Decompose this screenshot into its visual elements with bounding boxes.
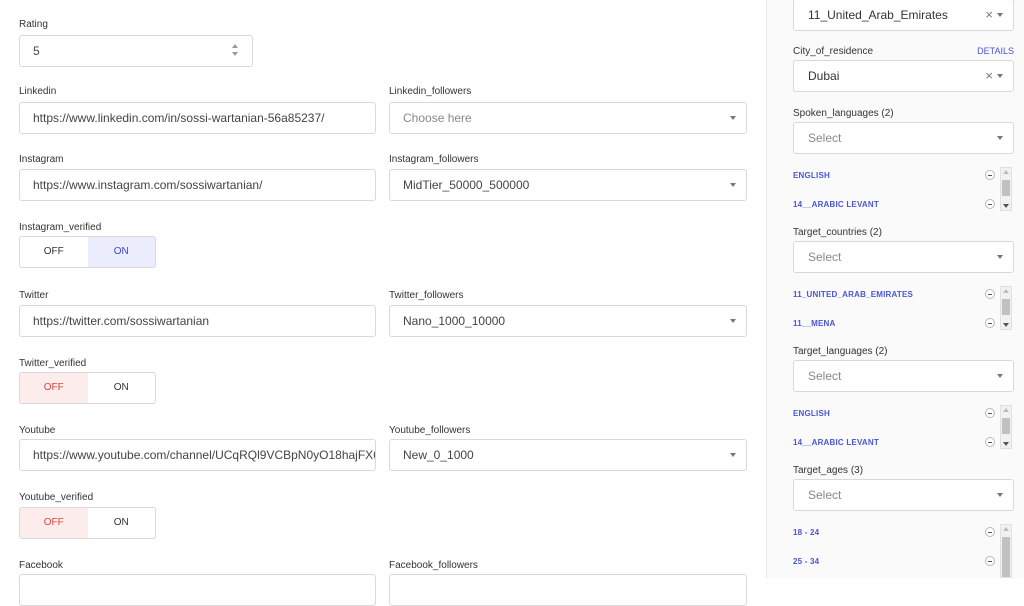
target-ages-scrollbar[interactable] <box>1000 524 1012 578</box>
stepper-icon[interactable] <box>232 44 240 58</box>
youtube-followers-value: New_0_1000 <box>403 448 474 462</box>
linkedin-input[interactable]: https://www.linkedin.com/in/sossi-wartan… <box>19 102 376 134</box>
spoken-languages-select[interactable]: Select <box>793 122 1014 154</box>
instagram-verified-on[interactable]: ON <box>87 237 155 267</box>
target-countries-scrollbar[interactable] <box>1000 286 1012 330</box>
chevron-down-icon <box>730 453 736 457</box>
remove-icon[interactable] <box>985 289 995 299</box>
twitter-verified-toggle[interactable]: OFF ON <box>19 372 156 404</box>
youtube-followers-label: Youtube_followers <box>389 425 471 436</box>
tag-target-language: ENGLISH <box>793 409 830 418</box>
rating-input[interactable]: 5 <box>19 35 253 67</box>
target-languages-placeholder: Select <box>808 369 842 383</box>
instagram-verified-label: Instagram_verified <box>19 222 102 233</box>
remove-icon[interactable] <box>985 199 995 209</box>
chevron-down-icon <box>730 319 736 323</box>
spoken-languages-placeholder: Select <box>808 131 842 145</box>
city-label: City_of_residence <box>793 46 874 57</box>
youtube-verified-toggle[interactable]: OFF ON <box>19 507 156 539</box>
remove-icon[interactable] <box>985 408 995 418</box>
remove-icon[interactable] <box>985 437 995 447</box>
tag-target-age: 18 - 24 <box>793 528 820 537</box>
chevron-down-icon <box>730 183 736 187</box>
remove-icon[interactable] <box>985 556 995 566</box>
youtube-input[interactable]: https://www.youtube.com/channel/UCqRQl9V… <box>19 439 376 471</box>
youtube-verified-on[interactable]: ON <box>88 508 156 538</box>
country-select[interactable]: 11_United_Arab_Emirates × <box>793 0 1014 31</box>
chevron-down-icon <box>730 116 736 120</box>
tag-target-country: 11__MENA <box>793 319 836 328</box>
facebook-followers-label: Facebook_followers <box>389 560 478 571</box>
instagram-verified-off[interactable]: OFF <box>20 237 88 267</box>
youtube-followers-select[interactable]: New_0_1000 <box>389 439 747 471</box>
linkedin-label: Linkedin <box>19 86 57 97</box>
instagram-label: Instagram <box>19 154 64 165</box>
rating-label: Rating <box>19 19 48 30</box>
instagram-verified-toggle[interactable]: OFF ON <box>19 236 156 268</box>
youtube-label: Youtube <box>19 425 56 436</box>
chevron-down-icon <box>997 493 1003 497</box>
target-languages-label: Target_languages (2) <box>793 346 888 357</box>
remove-icon[interactable] <box>985 527 995 537</box>
city-value: Dubai <box>808 69 840 83</box>
linkedin-followers-label: Linkedin_followers <box>389 86 472 97</box>
target-countries-label: Target_countries (2) <box>793 227 882 238</box>
twitter-value: https://twitter.com/sossiwartanian <box>33 314 210 328</box>
target-countries-select[interactable]: Select <box>793 241 1014 273</box>
twitter-verified-on[interactable]: ON <box>88 373 156 403</box>
instagram-followers-value: MidTier_50000_500000 <box>403 178 530 192</box>
facebook-input[interactable] <box>19 574 376 606</box>
linkedin-value: https://www.linkedin.com/in/sossi-wartan… <box>33 111 325 125</box>
chevron-down-icon <box>997 136 1003 140</box>
spoken-languages-scrollbar[interactable] <box>1000 167 1012 211</box>
city-select[interactable]: Dubai × <box>793 60 1014 92</box>
target-languages-select[interactable]: Select <box>793 360 1014 392</box>
twitter-input[interactable]: https://twitter.com/sossiwartanian <box>19 305 376 337</box>
linkedin-followers-placeholder: Choose here <box>403 111 472 125</box>
clear-icon[interactable]: × <box>985 61 993 91</box>
chevron-down-icon <box>997 74 1003 78</box>
twitter-followers-value: Nano_1000_10000 <box>403 314 506 328</box>
remove-icon[interactable] <box>985 318 995 328</box>
target-ages-select[interactable]: Select <box>793 479 1014 511</box>
twitter-verified-label: Twitter_verified <box>19 358 87 369</box>
twitter-followers-select[interactable]: Nano_1000_10000 <box>389 305 747 337</box>
tag-spoken-language: 14__ARABIC LEVANT <box>793 200 879 209</box>
youtube-value: https://www.youtube.com/channel/UCqRQl9V… <box>33 448 376 462</box>
youtube-verified-off[interactable]: OFF <box>20 508 88 538</box>
target-ages-placeholder: Select <box>808 488 842 502</box>
details-link[interactable]: DETAILS <box>977 46 1014 56</box>
tag-target-country: 11_UNITED_ARAB_EMIRATES <box>793 290 914 299</box>
tag-spoken-language: ENGLISH <box>793 171 830 180</box>
instagram-value: https://www.instagram.com/sossiwartanian… <box>33 178 263 192</box>
instagram-followers-select[interactable]: MidTier_50000_500000 <box>389 169 747 201</box>
instagram-input[interactable]: https://www.instagram.com/sossiwartanian… <box>19 169 376 201</box>
profile-form: Rating 5 Linkedin https://www.linkedin.c… <box>0 0 766 606</box>
instagram-followers-label: Instagram_followers <box>389 154 479 165</box>
chevron-down-icon <box>997 374 1003 378</box>
rating-value: 5 <box>33 44 40 58</box>
target-countries-placeholder: Select <box>808 250 842 264</box>
chevron-down-icon <box>997 255 1003 259</box>
target-languages-scrollbar[interactable] <box>1000 405 1012 449</box>
target-ages-label: Target_ages (3) <box>793 465 864 476</box>
chevron-down-icon <box>997 13 1003 17</box>
facebook-followers-select[interactable] <box>389 574 747 606</box>
linkedin-followers-select[interactable]: Choose here <box>389 102 747 134</box>
spoken-languages-label: Spoken_languages (2) <box>793 108 894 119</box>
clear-icon[interactable]: × <box>985 0 993 30</box>
tag-target-language: 14__ARABIC LEVANT <box>793 438 879 447</box>
tag-target-age: 25 - 34 <box>793 557 820 566</box>
twitter-followers-label: Twitter_followers <box>389 290 464 301</box>
facebook-label: Facebook <box>19 560 63 571</box>
twitter-verified-off[interactable]: OFF <box>20 373 88 403</box>
youtube-verified-label: Youtube_verified <box>19 492 94 503</box>
twitter-label: Twitter <box>19 290 49 301</box>
remove-icon[interactable] <box>985 170 995 180</box>
country-value: 11_United_Arab_Emirates <box>808 8 948 22</box>
